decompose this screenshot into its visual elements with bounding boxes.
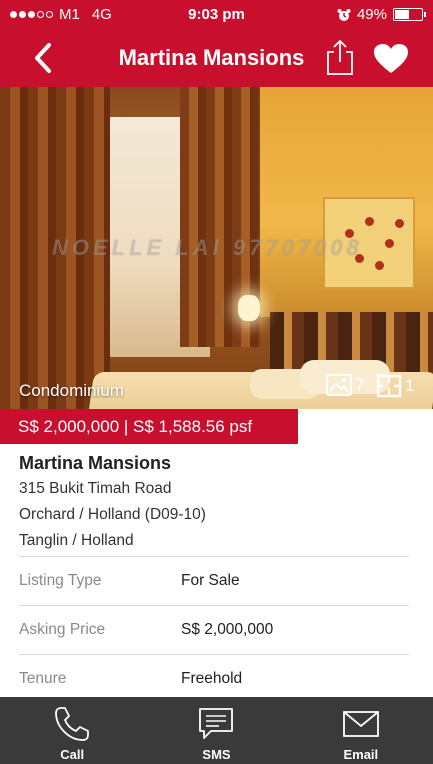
property-type-label: Condominium <box>19 381 124 400</box>
info-label: Asking Price <box>19 621 106 638</box>
floorplan-icon <box>376 374 402 398</box>
page-title: Martina Mansions <box>118 45 305 70</box>
email-label: Email <box>343 747 379 762</box>
carrier-name: M1 <box>59 6 80 23</box>
property-photo[interactable]: NOELLE LAI 97707008 Condominium 7 1 <box>0 87 433 409</box>
phone-icon <box>55 707 90 741</box>
call-label: Call <box>60 747 85 762</box>
sms-label: SMS <box>202 747 231 762</box>
nav-bar: Martina Mansions <box>0 29 433 87</box>
info-label: Tenure <box>19 670 67 687</box>
photo-watermark: NOELLE LAI 97707008 <box>52 235 363 260</box>
status-bar: M1 4G 9:03 pm 49% <box>0 0 433 29</box>
signal-strength-icon <box>10 11 53 18</box>
image-icon <box>326 374 352 396</box>
info-value: S$ 2,000,000 <box>181 621 274 638</box>
network-type: 4G <box>91 6 112 23</box>
floorplan-count-value: 1 <box>405 376 415 395</box>
photo-count[interactable]: 7 <box>326 374 364 396</box>
info-value: Freehold <box>181 670 243 687</box>
info-value: For Sale <box>181 572 240 589</box>
share-icon <box>327 39 353 75</box>
info-row-asking-price: Asking Price S$ 2,000,000 <box>19 605 409 654</box>
photo-count-value: 7 <box>355 375 365 394</box>
property-area: Tanglin / Holland <box>19 532 134 549</box>
email-button[interactable]: Email <box>289 697 433 764</box>
back-button[interactable] <box>26 39 60 77</box>
message-icon <box>199 708 234 739</box>
status-right: 49% <box>337 6 426 23</box>
property-district: Orchard / Holland (D09-10) <box>19 506 206 523</box>
floorplan-count[interactable]: 1 <box>376 374 414 398</box>
property-name: Martina Mansions <box>19 453 172 473</box>
info-row-listing-type: Listing Type For Sale <box>19 556 409 605</box>
chevron-left-icon <box>35 43 51 73</box>
property-details: Martina Mansions 315 Bukit Timah Road Or… <box>19 450 409 554</box>
alarm-icon <box>337 8 351 21</box>
favorite-button[interactable] <box>372 41 410 77</box>
price-banner: S$ 2,000,000 | S$ 1,588.56 psf <box>0 409 298 444</box>
share-button[interactable] <box>322 37 358 77</box>
info-label: Listing Type <box>19 572 102 589</box>
status-left: M1 4G <box>10 6 112 23</box>
call-button[interactable]: Call <box>0 697 144 764</box>
heart-icon <box>374 44 408 73</box>
info-row-tenure: Tenure Freehold <box>19 654 409 703</box>
battery-percent: 49% <box>356 6 387 23</box>
contact-action-bar: Call SMS Email <box>0 697 433 764</box>
envelope-icon <box>342 711 379 737</box>
battery-icon <box>393 8 426 21</box>
listing-info-table: Listing Type For Sale Asking Price S$ 2,… <box>19 556 409 703</box>
sms-button[interactable]: SMS <box>144 697 288 764</box>
property-address: 315 Bukit Timah Road <box>19 480 172 497</box>
